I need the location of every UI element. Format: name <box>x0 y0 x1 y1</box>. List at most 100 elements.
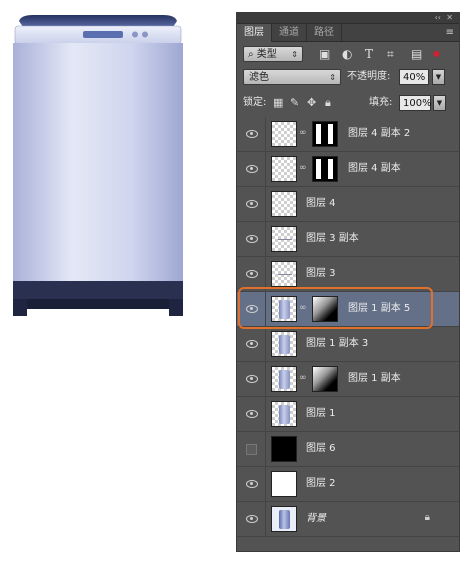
layer-name: 图层 1 <box>306 408 336 419</box>
layer-mask-thumbnail[interactable] <box>312 366 338 392</box>
tab-channels[interactable]: 通道 <box>272 24 307 41</box>
layer-thumbnail[interactable] <box>271 506 297 532</box>
layer-row[interactable]: 图层 4 <box>237 187 459 222</box>
visibility-toggle[interactable] <box>237 187 266 221</box>
layer-thumbnail[interactable] <box>271 121 297 147</box>
visibility-toggle[interactable] <box>237 432 266 466</box>
eye-icon <box>246 410 258 418</box>
fill-label: 填充: <box>369 97 393 108</box>
machine-thumbnail-image <box>279 405 290 424</box>
lock-move-icon[interactable]: ✥ <box>307 95 316 111</box>
chain-link-icon[interactable]: ∞ <box>299 163 307 174</box>
eye-icon <box>246 165 258 173</box>
layer-thumbnail[interactable] <box>271 296 297 322</box>
fill-dropdown-icon[interactable]: ▼ <box>433 95 446 111</box>
line-thumbnail-image <box>278 274 292 275</box>
layer-name: 图层 1 副本 5 <box>348 303 411 314</box>
adjustment-filter-icon[interactable]: ◐ <box>342 46 352 62</box>
chevron-updown-icon: ⇕ <box>291 50 298 59</box>
layer-thumbnail[interactable] <box>271 261 297 287</box>
layer-row[interactable]: 背景 🔒︎ <box>237 502 459 537</box>
shape-filter-icon[interactable]: ⌗ <box>387 46 394 62</box>
visibility-toggle[interactable] <box>237 257 266 291</box>
visibility-toggle[interactable] <box>237 467 266 501</box>
visibility-toggle[interactable] <box>237 292 266 326</box>
layer-row[interactable]: 图层 6 <box>237 432 459 467</box>
image-filter-icon[interactable]: ▣ <box>319 46 330 62</box>
layer-row[interactable]: 图层 3 <box>237 257 459 292</box>
layer-thumbnail[interactable] <box>271 366 297 392</box>
eye-icon <box>246 270 258 278</box>
washing-machine-image <box>13 13 183 318</box>
layer-mask-thumbnail[interactable] <box>312 121 338 147</box>
visibility-toggle[interactable] <box>237 222 266 256</box>
visibility-toggle[interactable] <box>237 397 266 431</box>
layer-row[interactable]: ∞ 图层 4 副本 <box>237 152 459 187</box>
layer-thumbnail[interactable] <box>271 191 297 217</box>
collapse-icon[interactable]: ‹‹ <box>435 13 441 23</box>
machine-thumbnail-image <box>279 370 290 389</box>
layer-name: 背景 <box>306 513 326 524</box>
layer-thumbnail[interactable] <box>271 331 297 357</box>
layer-row[interactable]: ∞ 图层 1 副本 5 <box>237 292 459 327</box>
eye-icon <box>246 375 258 383</box>
panel-title-strip: ‹‹ ✕ <box>237 13 459 24</box>
opacity-dropdown-icon[interactable]: ▼ <box>432 69 445 85</box>
type-filter-icon[interactable]: T <box>365 46 373 62</box>
filter-icons: ▣ ◐ T ⌗ ▤ ● <box>315 46 450 62</box>
layers-list: ∞ 图层 4 副本 2 ∞ 图层 4 副本 图层 4 图层 3 副本 图层 3 ∞ 图层 1 副… <box>237 117 459 537</box>
smart-object-filter-icon[interactable]: ▤ <box>411 46 422 62</box>
layer-thumbnail[interactable] <box>271 156 297 182</box>
tab-layers[interactable]: 图层 <box>237 24 272 42</box>
layer-row[interactable]: 图层 2 <box>237 467 459 502</box>
layer-row[interactable]: 图层 3 副本 <box>237 222 459 257</box>
layer-row[interactable]: ∞ 图层 1 副本 <box>237 362 459 397</box>
filter-type-select[interactable]: ⌕ 类型 ⇕ <box>243 46 303 62</box>
lock-label: 锁定: <box>243 97 267 108</box>
opacity-field[interactable]: 40% <box>399 69 429 85</box>
visibility-toggle[interactable] <box>237 152 266 186</box>
eye-icon <box>246 235 258 243</box>
mask-bar <box>316 124 321 144</box>
chain-link-icon[interactable]: ∞ <box>299 303 307 314</box>
lock-all-icon[interactable]: 🔒︎ <box>325 95 331 111</box>
layer-name: 图层 2 <box>306 478 336 489</box>
eye-icon <box>246 130 258 138</box>
search-icon: ⌕ <box>248 49 254 60</box>
machine-thumbnail-image <box>279 335 290 354</box>
visibility-toggle[interactable] <box>237 502 266 536</box>
layer-thumbnail[interactable] <box>271 471 297 497</box>
layers-panel: ‹‹ ✕ 图层 通道 路径 ≡ ⌕ 类型 ⇕ ▣ ◐ T ⌗ ▤ ● 滤色 ⇕ … <box>237 13 459 551</box>
eye-icon <box>246 305 258 313</box>
tab-paths[interactable]: 路径 <box>307 24 342 41</box>
chain-link-icon[interactable]: ∞ <box>299 373 307 384</box>
lock-paint-icon[interactable]: ✎ <box>290 95 299 111</box>
layer-thumbnail[interactable] <box>271 401 297 427</box>
blend-mode-value: 滤色 <box>249 72 269 83</box>
layer-thumbnail[interactable] <box>271 436 297 462</box>
filter-toggle-icon[interactable]: ● <box>433 46 440 62</box>
layer-mask-thumbnail[interactable] <box>312 156 338 182</box>
layer-row[interactable]: ∞ 图层 4 副本 2 <box>237 117 459 152</box>
layer-row[interactable]: 图层 1 副本 3 <box>237 327 459 362</box>
visibility-toggle[interactable] <box>237 327 266 361</box>
layer-name: 图层 1 副本 3 <box>306 338 369 349</box>
mask-bar <box>328 124 333 144</box>
blend-mode-select[interactable]: 滤色 ⇕ <box>243 69 341 85</box>
chain-link-icon[interactable]: ∞ <box>299 128 307 139</box>
line-thumbnail-image <box>278 239 292 240</box>
visibility-toggle[interactable] <box>237 362 266 396</box>
layer-thumbnail[interactable] <box>271 226 297 252</box>
lock-transparent-icon[interactable]: ▦ <box>273 95 283 111</box>
panel-menu-icon[interactable]: ≡ <box>446 27 454 38</box>
eye-icon <box>246 200 258 208</box>
layer-mask-thumbnail[interactable] <box>312 296 338 322</box>
close-icon[interactable]: ✕ <box>446 13 453 23</box>
visibility-toggle[interactable] <box>237 117 266 151</box>
layer-row[interactable]: 图层 1 <box>237 397 459 432</box>
layer-name: 图层 3 副本 <box>306 233 359 244</box>
layer-lock-icon: 🔒︎ <box>424 512 430 523</box>
eye-icon <box>246 340 258 348</box>
machine-thumbnail-image <box>279 300 290 319</box>
fill-field[interactable]: 100% <box>399 95 432 111</box>
